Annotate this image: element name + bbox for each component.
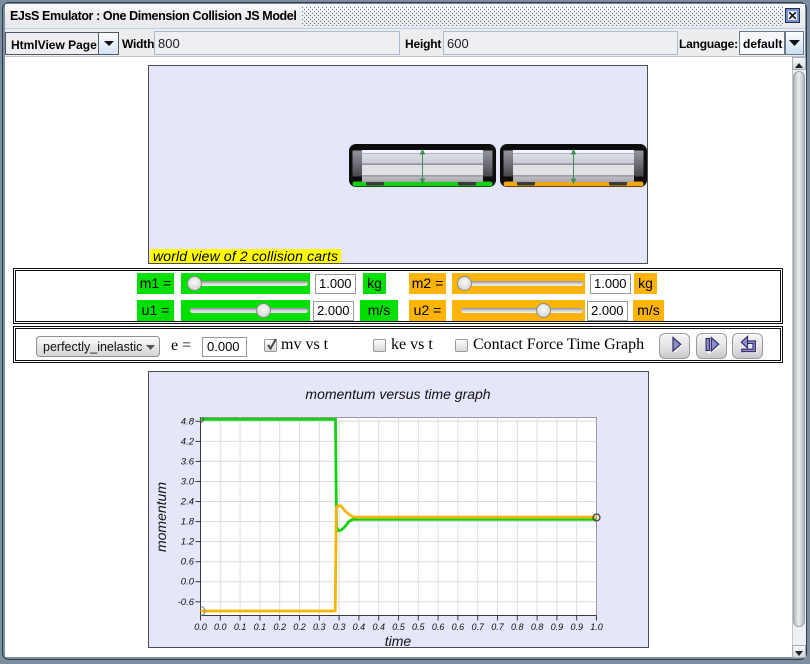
svg-text:2.4: 2.4: [180, 497, 194, 508]
svg-text:0.4: 0.4: [353, 622, 366, 632]
svg-text:4.2: 4.2: [181, 436, 195, 447]
svg-text:0.2: 0.2: [273, 622, 286, 632]
svg-text:0.7: 0.7: [471, 622, 485, 632]
svg-text:0.5: 0.5: [412, 622, 426, 632]
svg-text:0.1: 0.1: [234, 622, 247, 632]
svg-text:1.8: 1.8: [181, 517, 195, 528]
svg-text:0.9: 0.9: [570, 622, 583, 632]
svg-text:0.0: 0.0: [214, 622, 227, 632]
svg-text:0.5: 0.5: [392, 622, 406, 632]
svg-text:4.8: 4.8: [181, 416, 195, 427]
svg-text:3.0: 3.0: [181, 477, 195, 488]
svg-text:0.6: 0.6: [452, 622, 465, 632]
svg-text:momentum versus time graph: momentum versus time graph: [305, 386, 490, 402]
svg-text:momentum: momentum: [153, 482, 169, 552]
svg-text:0.3: 0.3: [313, 622, 326, 632]
svg-text:0.2: 0.2: [293, 622, 306, 632]
svg-text:0.8: 0.8: [511, 622, 524, 632]
svg-text:0.8: 0.8: [531, 622, 544, 632]
svg-text:3.6: 3.6: [181, 456, 195, 467]
svg-text:0.9: 0.9: [551, 622, 564, 632]
svg-text:0.0: 0.0: [181, 577, 195, 588]
svg-text:0.0: 0.0: [194, 622, 207, 632]
svg-text:0.3: 0.3: [333, 622, 346, 632]
svg-text:0.4: 0.4: [372, 622, 385, 632]
svg-text:time: time: [385, 633, 412, 648]
svg-text:0.7: 0.7: [491, 622, 505, 632]
svg-text:1.2: 1.2: [181, 537, 195, 548]
svg-text:0.6: 0.6: [181, 557, 195, 568]
svg-text:0.1: 0.1: [254, 622, 267, 632]
svg-text:-0.6: -0.6: [178, 597, 195, 608]
svg-text:1.0: 1.0: [590, 622, 603, 632]
svg-text:0.6: 0.6: [432, 622, 445, 632]
